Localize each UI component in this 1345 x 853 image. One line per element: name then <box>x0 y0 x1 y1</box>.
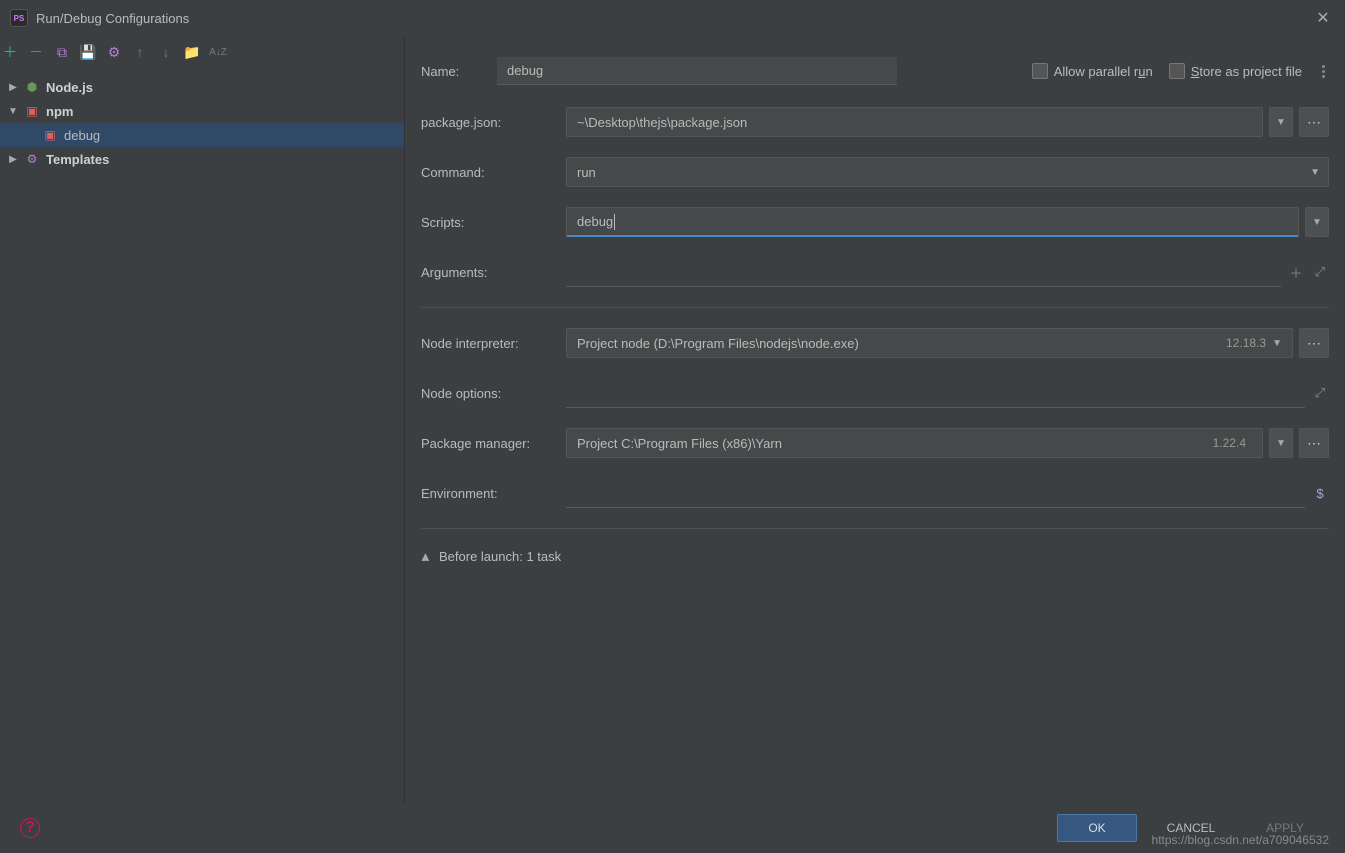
copy-icon[interactable]: ⧉ <box>52 42 72 62</box>
chevron-right-icon: ▶ <box>8 154 18 164</box>
chevron-down-icon: ▼ <box>1310 167 1320 178</box>
node-options-field[interactable] <box>566 378 1305 408</box>
help-icon[interactable]: ? <box>20 818 40 838</box>
main-split: ＋ － ⧉ 💾 ⚙ ↑ ↓ 📁 A↓Z ▶ ⬢ Node.js ▼ ▣ npm … <box>0 36 1345 803</box>
ok-button[interactable]: OK <box>1057 814 1137 842</box>
arguments-label: Arguments: <box>421 265 566 280</box>
name-input[interactable] <box>497 57 897 85</box>
checkbox-icon <box>1169 63 1185 79</box>
checkbox-label: Allow parallel run <box>1054 64 1153 79</box>
node-interpreter-field[interactable]: Project node (D:\Program Files\nodejs\no… <box>566 328 1293 358</box>
npm-icon: ▣ <box>42 127 58 143</box>
arguments-row: Arguments: ＋ ⤢ <box>421 257 1329 287</box>
close-icon[interactable]: ✕ <box>1311 6 1335 30</box>
window-title: Run/Debug Configurations <box>36 11 189 26</box>
before-launch-label: Before launch: 1 task <box>439 549 561 564</box>
tree-item-label: npm <box>46 104 73 119</box>
tree-item-nodejs[interactable]: ▶ ⬢ Node.js <box>0 75 404 99</box>
package-manager-row: Package manager: Project C:\Program File… <box>421 428 1329 458</box>
allow-parallel-checkbox[interactable]: Allow parallel run <box>1032 63 1153 79</box>
titlebar: PS Run/Debug Configurations ✕ <box>0 0 1345 36</box>
command-row: Command: run ▼ <box>421 157 1329 187</box>
npm-icon: ▣ <box>24 103 40 119</box>
tree-item-label: debug <box>64 128 100 143</box>
command-label: Command: <box>421 165 566 180</box>
node-options-row: Node options: ⤢ <box>421 378 1329 408</box>
package-manager-version: 1.22.4 <box>1213 436 1252 450</box>
left-toolbar: ＋ － ⧉ 💾 ⚙ ↑ ↓ 📁 A↓Z <box>0 37 404 67</box>
node-options-label: Node options: <box>421 386 566 401</box>
save-icon[interactable]: 💾 <box>78 42 98 62</box>
expand-icon[interactable]: ⤢ <box>1311 263 1329 281</box>
footer: ? OK CANCEL APPLY <box>0 803 1345 853</box>
app-icon: PS <box>10 9 28 27</box>
more-options-icon[interactable] <box>1318 65 1329 78</box>
plus-icon[interactable]: ＋ <box>1287 263 1305 281</box>
remove-icon[interactable]: － <box>26 42 46 62</box>
env-var-icon[interactable]: $ <box>1311 484 1329 502</box>
package-manager-label: Package manager: <box>421 436 566 451</box>
node-interpreter-label: Node interpreter: <box>421 336 566 351</box>
chevron-down-icon: ▼ <box>1272 338 1282 349</box>
tree-item-label: Templates <box>46 152 109 167</box>
tree-item-templates[interactable]: ▶ ⚙ Templates <box>0 147 404 171</box>
nodejs-icon: ⬢ <box>24 79 40 95</box>
scripts-row: Scripts: debug ▼ <box>421 207 1329 237</box>
scripts-field[interactable]: debug <box>566 207 1299 237</box>
chevron-down-icon[interactable]: ▼ <box>1269 107 1293 137</box>
left-panel: ＋ － ⧉ 💾 ⚙ ↑ ↓ 📁 A↓Z ▶ ⬢ Node.js ▼ ▣ npm … <box>0 37 405 803</box>
package-json-label: package.json: <box>421 115 566 130</box>
name-row: Name: Allow parallel run Store as projec… <box>421 57 1329 85</box>
package-json-field[interactable]: ~\Desktop\thejs\package.json <box>566 107 1263 137</box>
command-field[interactable]: run ▼ <box>566 157 1329 187</box>
sort-alpha-icon[interactable]: A↓Z <box>208 42 228 62</box>
browse-button[interactable]: ⋯ <box>1299 328 1329 358</box>
checkbox-label: Store as project file <box>1191 64 1302 79</box>
watermark: https://blog.csdn.net/a709046532 <box>1152 833 1329 847</box>
chevron-down-icon[interactable]: ▼ <box>1269 428 1293 458</box>
chevron-right-icon: ▶ <box>420 552 430 562</box>
divider <box>421 528 1329 529</box>
add-icon[interactable]: ＋ <box>0 42 20 62</box>
tree-item-debug[interactable]: ▣ debug <box>0 123 404 147</box>
name-label: Name: <box>421 64 481 79</box>
config-tree: ▶ ⬢ Node.js ▼ ▣ npm ▣ debug ▶ ⚙ Template… <box>0 67 404 179</box>
move-up-icon[interactable]: ↑ <box>130 42 150 62</box>
environment-label: Environment: <box>421 486 566 501</box>
tree-item-label: Node.js <box>46 80 93 95</box>
expand-icon[interactable]: ⤢ <box>1311 384 1329 402</box>
before-launch-section[interactable]: ▶ Before launch: 1 task <box>421 549 1329 564</box>
chevron-right-icon: ▶ <box>8 82 18 92</box>
browse-button[interactable]: ⋯ <box>1299 107 1329 137</box>
gear-icon: ⚙ <box>24 151 40 167</box>
checkbox-icon <box>1032 63 1048 79</box>
chevron-down-icon[interactable]: ▼ <box>1305 207 1329 237</box>
package-json-row: package.json: ~\Desktop\thejs\package.js… <box>421 107 1329 137</box>
tree-item-npm[interactable]: ▼ ▣ npm <box>0 99 404 123</box>
node-interpreter-row: Node interpreter: Project node (D:\Progr… <box>421 328 1329 358</box>
browse-button[interactable]: ⋯ <box>1299 428 1329 458</box>
folder-icon[interactable]: 📁 <box>182 42 202 62</box>
form-panel: Name: Allow parallel run Store as projec… <box>405 37 1345 803</box>
settings-icon[interactable]: ⚙ <box>104 42 124 62</box>
arguments-field[interactable] <box>566 257 1281 287</box>
node-version: 12.18.3 <box>1226 336 1272 350</box>
store-project-file-checkbox[interactable]: Store as project file <box>1169 63 1302 79</box>
chevron-down-icon: ▼ <box>8 106 18 116</box>
package-manager-field[interactable]: Project C:\Program Files (x86)\Yarn 1.22… <box>566 428 1263 458</box>
scripts-label: Scripts: <box>421 215 566 230</box>
environment-row: Environment: $ <box>421 478 1329 508</box>
divider <box>421 307 1329 308</box>
environment-field[interactable] <box>566 478 1305 508</box>
move-down-icon[interactable]: ↓ <box>156 42 176 62</box>
